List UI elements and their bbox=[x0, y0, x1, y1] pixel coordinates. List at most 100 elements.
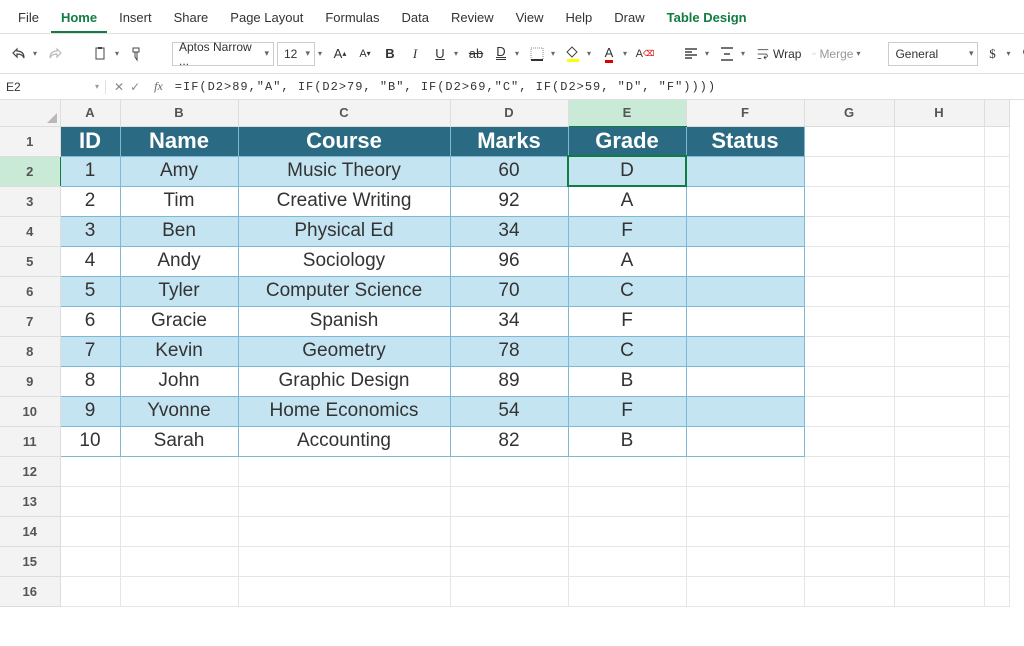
column-header-B[interactable]: B bbox=[120, 100, 238, 126]
merge-button[interactable]: Merge▾ bbox=[808, 42, 864, 66]
cell-C12[interactable] bbox=[238, 456, 450, 486]
cell-A11[interactable]: 10 bbox=[60, 426, 120, 456]
cell-H1[interactable] bbox=[894, 126, 984, 156]
row-header-2[interactable]: 2 bbox=[0, 156, 60, 186]
cell-C4[interactable]: Physical Ed bbox=[238, 216, 450, 246]
redo-button[interactable] bbox=[44, 42, 66, 66]
row-header-7[interactable]: 7 bbox=[0, 306, 60, 336]
cell-B7[interactable]: Gracie bbox=[120, 306, 238, 336]
cell-G8[interactable] bbox=[804, 336, 894, 366]
cell-G9[interactable] bbox=[804, 366, 894, 396]
undo-dropdown[interactable]: ▾ bbox=[33, 49, 41, 58]
cell-C9[interactable]: Graphic Design bbox=[238, 366, 450, 396]
cell-E5[interactable]: A bbox=[568, 246, 686, 276]
fx-icon[interactable]: fx bbox=[148, 79, 169, 94]
cell-E2[interactable]: D bbox=[568, 156, 686, 186]
row-header-15[interactable]: 15 bbox=[0, 546, 60, 576]
tab-home[interactable]: Home bbox=[51, 4, 107, 33]
cell-9[interactable] bbox=[984, 366, 1009, 396]
currency-button[interactable]: $ bbox=[981, 42, 1003, 66]
row-header-6[interactable]: 6 bbox=[0, 276, 60, 306]
cell-H9[interactable] bbox=[894, 366, 984, 396]
double-underline-button[interactable]: D bbox=[490, 42, 512, 66]
cell-F1[interactable]: Status bbox=[686, 126, 804, 156]
cell-E3[interactable]: A bbox=[568, 186, 686, 216]
borders-dropdown[interactable]: ▾ bbox=[551, 49, 559, 58]
cell-C1[interactable]: Course bbox=[238, 126, 450, 156]
cell-1[interactable] bbox=[984, 126, 1009, 156]
underline-dropdown[interactable]: ▾ bbox=[454, 49, 462, 58]
cell-G5[interactable] bbox=[804, 246, 894, 276]
cell-G12[interactable] bbox=[804, 456, 894, 486]
cell-12[interactable] bbox=[984, 456, 1009, 486]
cell-C11[interactable]: Accounting bbox=[238, 426, 450, 456]
cell-H15[interactable] bbox=[894, 546, 984, 576]
align-left-button[interactable] bbox=[680, 42, 702, 66]
cell-D11[interactable]: 82 bbox=[450, 426, 568, 456]
cell-C6[interactable]: Computer Science bbox=[238, 276, 450, 306]
cell-B6[interactable]: Tyler bbox=[120, 276, 238, 306]
cell-D13[interactable] bbox=[450, 486, 568, 516]
cell-A15[interactable] bbox=[60, 546, 120, 576]
cell-D3[interactable]: 92 bbox=[450, 186, 568, 216]
fill-color-button[interactable] bbox=[562, 42, 584, 66]
cell-E16[interactable] bbox=[568, 576, 686, 606]
row-header-5[interactable]: 5 bbox=[0, 246, 60, 276]
tab-data[interactable]: Data bbox=[392, 4, 439, 33]
cell-A9[interactable]: 8 bbox=[60, 366, 120, 396]
bold-button[interactable]: B bbox=[379, 42, 401, 66]
double-underline-dropdown[interactable]: ▾ bbox=[515, 49, 523, 58]
font-color-dropdown[interactable]: ▾ bbox=[623, 49, 631, 58]
cell-E10[interactable]: F bbox=[568, 396, 686, 426]
cell-B9[interactable]: John bbox=[120, 366, 238, 396]
row-header-10[interactable]: 10 bbox=[0, 396, 60, 426]
cell-D10[interactable]: 54 bbox=[450, 396, 568, 426]
cell-F10[interactable] bbox=[686, 396, 804, 426]
name-box[interactable]: E2 bbox=[0, 80, 106, 94]
cell-B15[interactable] bbox=[120, 546, 238, 576]
cell-F6[interactable] bbox=[686, 276, 804, 306]
cell-B1[interactable]: Name bbox=[120, 126, 238, 156]
cell-A7[interactable]: 6 bbox=[60, 306, 120, 336]
tab-draw[interactable]: Draw bbox=[604, 4, 654, 33]
cell-H10[interactable] bbox=[894, 396, 984, 426]
row-header-9[interactable]: 9 bbox=[0, 366, 60, 396]
cell-F5[interactable] bbox=[686, 246, 804, 276]
cell-F13[interactable] bbox=[686, 486, 804, 516]
cell-A3[interactable]: 2 bbox=[60, 186, 120, 216]
cell-H4[interactable] bbox=[894, 216, 984, 246]
row-header-13[interactable]: 13 bbox=[0, 486, 60, 516]
undo-button[interactable] bbox=[8, 42, 30, 66]
cell-C14[interactable] bbox=[238, 516, 450, 546]
cell-F9[interactable] bbox=[686, 366, 804, 396]
cell-F2[interactable] bbox=[686, 156, 804, 186]
cell-A8[interactable]: 7 bbox=[60, 336, 120, 366]
cell-E12[interactable] bbox=[568, 456, 686, 486]
cell-C8[interactable]: Geometry bbox=[238, 336, 450, 366]
cell-H11[interactable] bbox=[894, 426, 984, 456]
tab-file[interactable]: File bbox=[8, 4, 49, 33]
cell-H2[interactable] bbox=[894, 156, 984, 186]
tab-help[interactable]: Help bbox=[556, 4, 603, 33]
cell-A6[interactable]: 5 bbox=[60, 276, 120, 306]
halign-dropdown[interactable]: ▾ bbox=[705, 49, 713, 58]
cell-H6[interactable] bbox=[894, 276, 984, 306]
cell-E1[interactable]: Grade bbox=[568, 126, 686, 156]
valign-button[interactable] bbox=[716, 42, 738, 66]
cell-A14[interactable] bbox=[60, 516, 120, 546]
cell-D9[interactable]: 89 bbox=[450, 366, 568, 396]
cancel-formula-button[interactable]: ✕ bbox=[114, 80, 124, 94]
cell-F16[interactable] bbox=[686, 576, 804, 606]
cell-A1[interactable]: ID bbox=[60, 126, 120, 156]
tab-formulas[interactable]: Formulas bbox=[315, 4, 389, 33]
tab-review[interactable]: Review bbox=[441, 4, 504, 33]
cell-E4[interactable]: F bbox=[568, 216, 686, 246]
column-header-A[interactable]: A bbox=[60, 100, 120, 126]
row-header-16[interactable]: 16 bbox=[0, 576, 60, 606]
cell-A12[interactable] bbox=[60, 456, 120, 486]
cell-E11[interactable]: B bbox=[568, 426, 686, 456]
underline-button[interactable]: U bbox=[429, 42, 451, 66]
cell-B8[interactable]: Kevin bbox=[120, 336, 238, 366]
cell-G15[interactable] bbox=[804, 546, 894, 576]
cell-D14[interactable] bbox=[450, 516, 568, 546]
